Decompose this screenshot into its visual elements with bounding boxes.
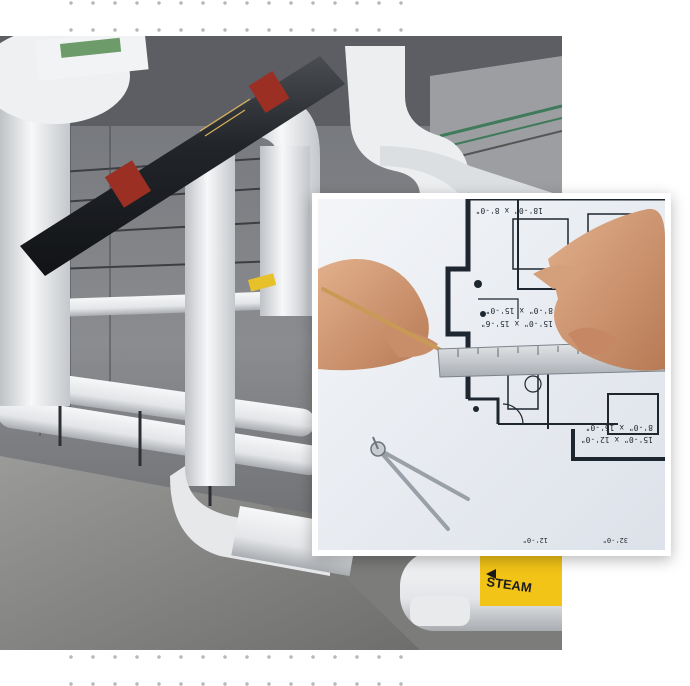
blueprint-photo-frame: 18'-0" x 8'-0" 8'-0" x 15'-0" 15'-0" x 1… [312,193,671,556]
image-collage: STEAM 18'-0" x 8'-0" 8'-0" x 15'-0" 15'-… [0,0,690,686]
decorative-dot-row [60,681,412,686]
plan-small-label: 32'-0" [603,536,628,544]
architect-blueprint-photo: 18'-0" x 8'-0" 8'-0" x 15'-0" 15'-0" x 1… [318,199,665,550]
decorative-dot-row [60,654,412,660]
plan-dimension-label: 8'-0" x 15'-0" [486,306,553,315]
plan-dimension-label: 18'-0" x 8'-0" [476,206,543,215]
plan-dimension-label: 15'-0" x 12'-0" [581,435,653,444]
decorative-dot-row [60,27,412,33]
plan-dimension-label: 8'-0" x 15'-0" [586,423,653,432]
plan-dimension-label: 15'-0" x 15'-6" [481,319,553,328]
decorative-dot-row [60,0,412,6]
plan-small-label: 12'-0" [523,536,548,544]
